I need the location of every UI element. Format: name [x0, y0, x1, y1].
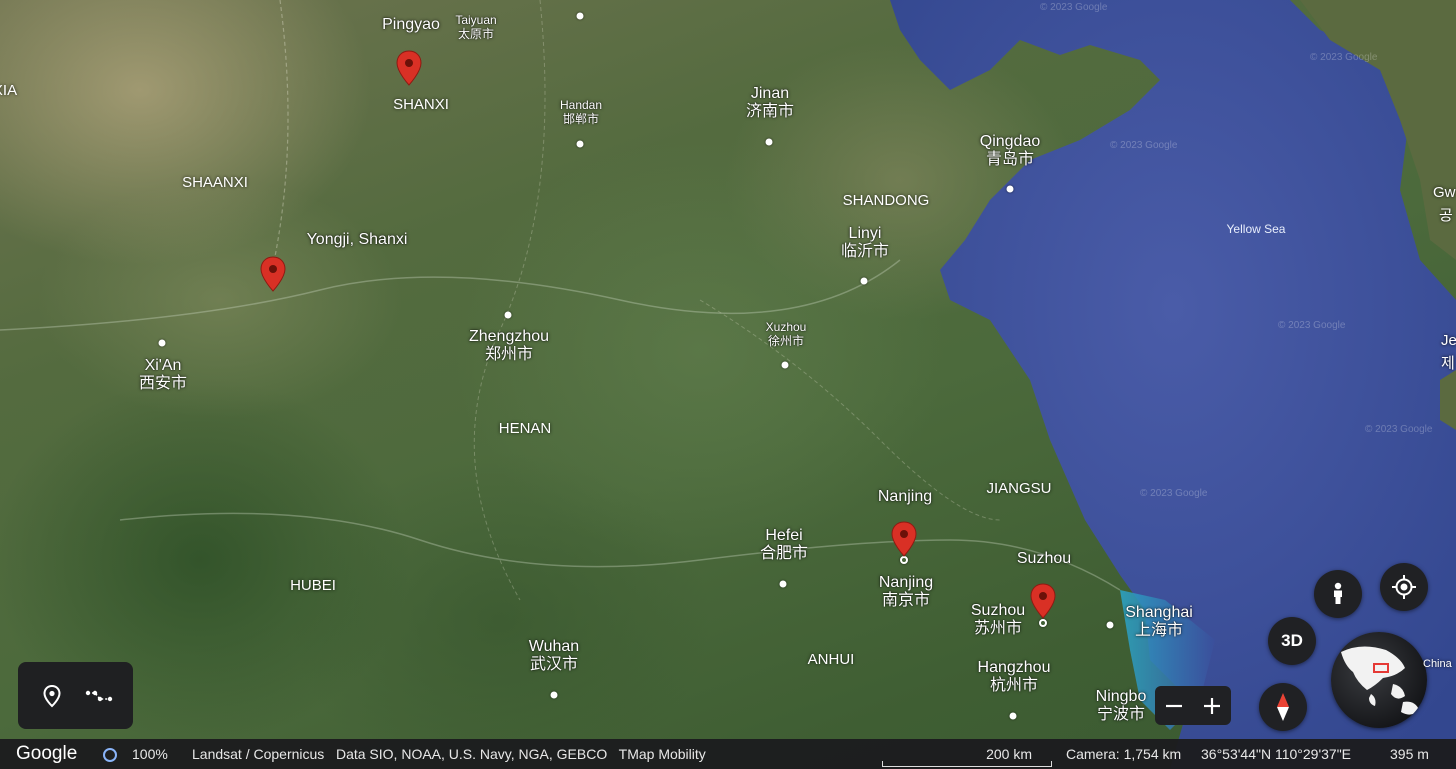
place-label-shanghai[interactable]: Shanghai 上海市: [1125, 604, 1193, 641]
place-label-handan[interactable]: Handan 邯郸市: [560, 98, 602, 127]
placemark-pin-pingyao[interactable]: [395, 50, 423, 86]
3d-toggle-button[interactable]: 3D: [1268, 617, 1316, 665]
place-label-qingdao[interactable]: Qingdao 青岛市: [980, 133, 1041, 170]
place-label-suzhou-pin[interactable]: Suzhou: [1017, 550, 1071, 568]
watermark: © 2023 Google: [1040, 2, 1108, 13]
place-label-linyi[interactable]: Linyi 临沂市: [841, 225, 889, 262]
place-dot: [550, 691, 558, 699]
province-label-hubei: HUBEI: [290, 577, 336, 594]
place-label-xuzhou[interactable]: Xuzhou 徐州市: [766, 320, 807, 349]
place-dot: [765, 138, 773, 146]
sea-layer: [0, 0, 1456, 769]
load-percentage: 100%: [132, 746, 168, 762]
place-label-nanjing[interactable]: Nanjing 南京市: [879, 574, 933, 611]
province-label-henan: HENAN: [498, 420, 552, 437]
data-attribution[interactable]: Landsat / Copernicus Data SIO, NOAA, U.S…: [192, 739, 706, 769]
place-label-hefei[interactable]: Hefei 合肥市: [760, 527, 808, 564]
draw-path-button[interactable]: [80, 677, 118, 715]
place-dot: [781, 361, 789, 369]
edge-label: 공: [1439, 207, 1453, 224]
sea-label: Yellow Sea: [1226, 222, 1286, 236]
place-dot: [576, 140, 584, 148]
province-label-shanxi: SHANXI: [393, 96, 449, 113]
place-label-hangzhou[interactable]: Hangzhou 杭州市: [978, 659, 1051, 696]
pegman-button[interactable]: [1314, 570, 1362, 618]
tool-panel: [18, 662, 133, 729]
mini-globe[interactable]: [1331, 632, 1427, 728]
loading-indicator-icon: [103, 748, 117, 762]
globe-icon: [1341, 646, 1419, 715]
status-bar: Google 100% Landsat / Copernicus Data SI…: [0, 739, 1456, 769]
my-location-button[interactable]: [1380, 563, 1428, 611]
add-placemark-button[interactable]: [33, 677, 71, 715]
place-label-jinan[interactable]: Jinan 济南市: [746, 85, 794, 122]
place-dot: [1039, 619, 1047, 627]
placemark-pin-suzhou[interactable]: [1029, 583, 1057, 619]
place-dot: [1106, 621, 1114, 629]
place-label-wuhan[interactable]: Wuhan 武汉市: [529, 638, 579, 675]
place-label-xian[interactable]: Xi'An 西安市: [139, 357, 187, 394]
province-label-anhui: ANHUI: [807, 651, 855, 668]
province-label-jiangsu: JIANGSU: [986, 480, 1052, 497]
province-label-shandong: SHANDONG: [842, 192, 930, 209]
place-dot: [779, 580, 787, 588]
plus-icon: [1204, 697, 1220, 714]
province-label-shaanxi: SHAANXI: [182, 174, 248, 191]
zoom-in-button[interactable]: [1194, 688, 1230, 724]
crosshair-icon: [1392, 575, 1416, 599]
path-icon: [86, 690, 113, 701]
place-dot: [1006, 185, 1014, 193]
placemark-icon: [43, 684, 61, 707]
compass-icon: [1277, 693, 1289, 721]
place-label-suzhou[interactable]: Suzhou 苏州市: [971, 602, 1025, 639]
edge-label: Gw: [1433, 184, 1456, 201]
edge-label: 제: [1441, 355, 1455, 372]
watermark: © 2023 Google: [1278, 320, 1346, 331]
google-logo: Google: [16, 743, 78, 764]
place-dot: [1009, 712, 1017, 720]
island: [1440, 370, 1456, 430]
place-label-nanjing-pin[interactable]: Nanjing: [878, 488, 932, 506]
cursor-coordinates: 36°53'44"N 110°29'37"E: [1201, 746, 1352, 762]
elevation: 395 m: [1390, 746, 1429, 762]
scale-bar-label: 200 km: [986, 746, 1032, 762]
camera-altitude: Camera: 1,754 km: [1066, 746, 1182, 762]
place-dot: [860, 277, 868, 285]
watermark: © 2023 Google: [1140, 488, 1208, 499]
province-label-edge: XIA: [0, 82, 18, 99]
map-view[interactable]: © 2023 Google © 2023 Google © 2023 Googl…: [0, 0, 1456, 769]
zoom-controls: [1155, 686, 1231, 725]
place-label-yongji[interactable]: Yongji, Shanxi: [307, 231, 408, 249]
place-dot: [504, 311, 512, 319]
watermark: © 2023 Google: [1110, 140, 1178, 151]
place-label-ningbo[interactable]: Ningbo 宁波市: [1096, 688, 1147, 725]
place-dot: [900, 556, 908, 564]
placemark-pin-yongji[interactable]: [259, 256, 287, 292]
place-label-taiyuan[interactable]: Taiyuan 太原市: [455, 13, 496, 42]
place-label-pingyao[interactable]: Pingyao: [382, 16, 440, 34]
edge-label: Je: [1441, 332, 1456, 349]
pegman-icon: [1334, 582, 1342, 604]
zoom-out-button[interactable]: [1156, 688, 1192, 724]
place-dot: [158, 339, 166, 347]
place-label-zhengzhou[interactable]: Zhengzhou 郑州市: [469, 328, 549, 365]
compass-button[interactable]: [1259, 683, 1307, 731]
globe-country-label: China: [1423, 658, 1452, 670]
placemark-pin-nanjing[interactable]: [890, 521, 918, 557]
place-dot: [576, 12, 584, 20]
watermark: © 2023 Google: [1365, 424, 1433, 435]
minus-icon: [1166, 704, 1182, 707]
watermark: © 2023 Google: [1310, 52, 1378, 63]
scale-bar: 200 km: [882, 739, 1052, 769]
